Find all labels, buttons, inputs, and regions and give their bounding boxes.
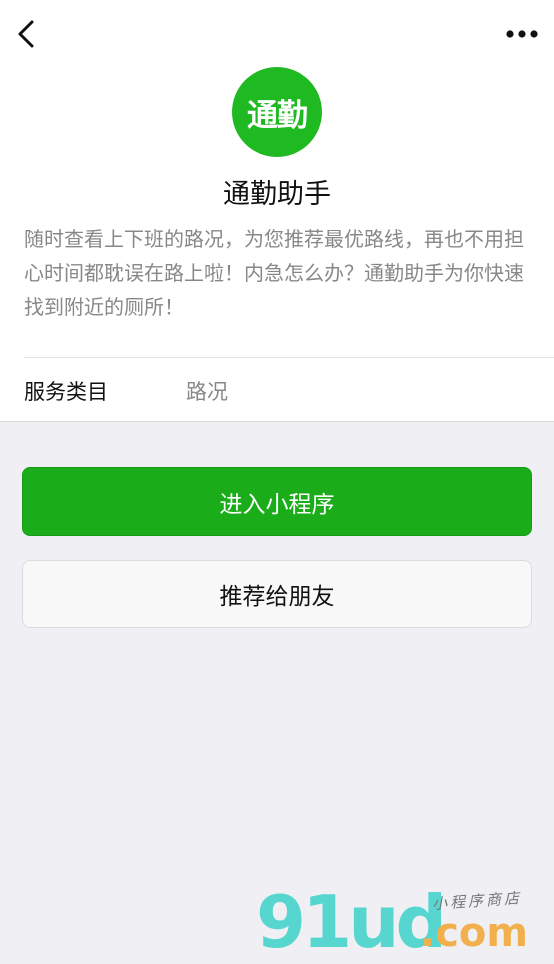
app-name: 通勤助手 (223, 179, 331, 210)
service-category-label: 服务类目 (24, 380, 108, 404)
watermark: 91ud .com 小程序商店 (250, 880, 550, 964)
divider (24, 357, 554, 358)
watermark-dotcom: .com (420, 910, 529, 956)
recommend-to-friend-button[interactable]: 推荐给朋友 (22, 560, 532, 628)
app-description: 随时查看上下班的路况，为您推荐最优路线，再也不用担心时间都耽误在路上啦！内急怎么… (24, 227, 524, 319)
panel-bottom-border (0, 421, 554, 422)
watermark-logo: 91ud (256, 880, 447, 964)
service-category-value: 路况 (186, 380, 228, 404)
more-horizontal-icon (506, 30, 538, 38)
chevron-left-icon (18, 20, 34, 48)
more-button[interactable] (502, 18, 542, 50)
enter-mini-program-button[interactable]: 进入小程序 (22, 467, 532, 536)
app-info-panel: 通勤 通勤助手 随时查看上下班的路况，为您推荐最优路线，再也不用担心时间都耽误在… (0, 0, 554, 422)
app-logo: 通勤 (232, 67, 322, 157)
back-button[interactable] (8, 14, 48, 54)
app-logo-text: 通勤 (247, 97, 308, 134)
